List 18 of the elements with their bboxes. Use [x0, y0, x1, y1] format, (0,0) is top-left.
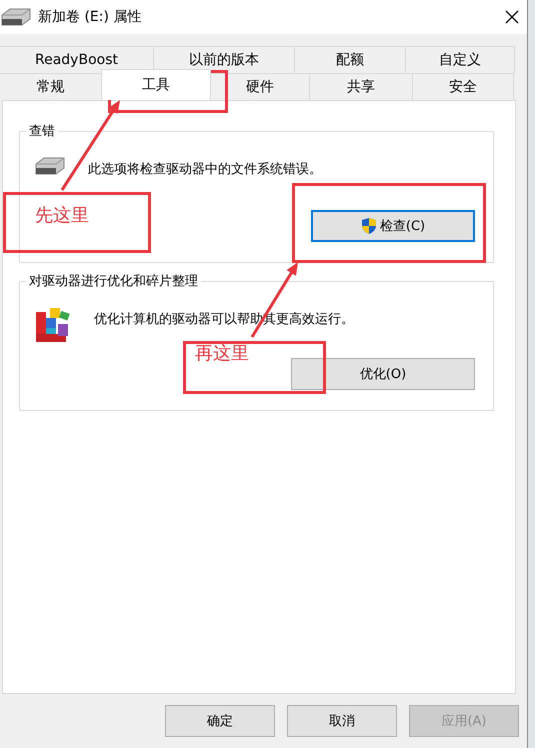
- dialog-button[interactable]: 确定: [165, 705, 275, 737]
- annotation-label: 再这里: [195, 342, 249, 365]
- check-button[interactable]: 检查(C): [311, 210, 475, 242]
- tab[interactable]: 自定义: [405, 46, 515, 73]
- tab[interactable]: 工具: [101, 69, 211, 100]
- annotation-label: 先这里: [35, 204, 89, 227]
- description: 此选项将检查驱动器中的文件系统错误。: [88, 161, 322, 178]
- defrag-icon: [34, 306, 72, 344]
- drive-icon: [0, 7, 32, 27]
- optimize-button[interactable]: 优化(O): [291, 358, 475, 390]
- shield-icon: [360, 217, 377, 235]
- close-icon[interactable]: [505, 10, 519, 24]
- group-title: 查错: [26, 122, 58, 140]
- group-title: 对驱动器进行优化和碎片整理: [26, 272, 201, 290]
- dialog-button[interactable]: 取消: [287, 705, 397, 737]
- drive-icon: [34, 156, 66, 176]
- window-title: 新加卷 (E:) 属性: [38, 8, 142, 26]
- tab[interactable]: 安全: [412, 73, 514, 100]
